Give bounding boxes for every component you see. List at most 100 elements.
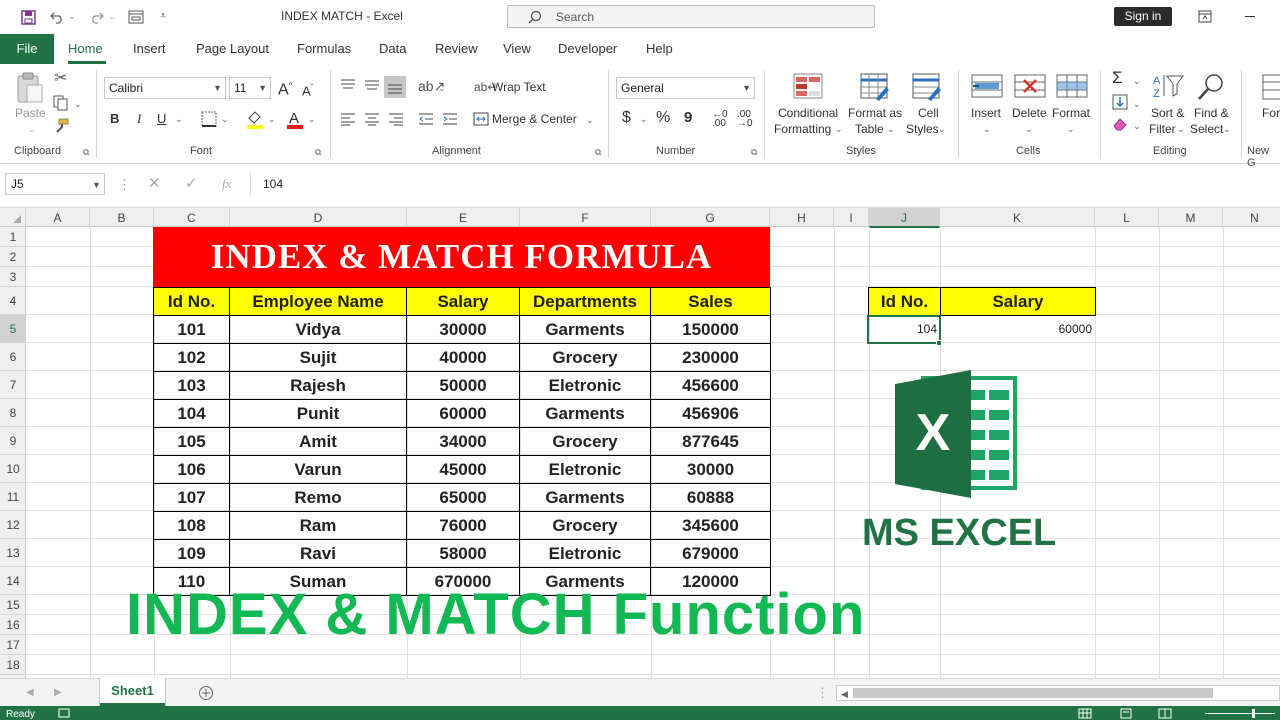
- cell[interactable]: Grocery: [519, 427, 651, 456]
- redo-dropdown-icon[interactable]: ⌄: [108, 8, 116, 24]
- chevron-down-icon[interactable]: ⌄: [887, 121, 895, 137]
- merge-center-button[interactable]: Merge & Center: [492, 112, 577, 126]
- scroll-left-icon[interactable]: ◀: [841, 686, 848, 702]
- column-header-i[interactable]: I: [834, 208, 869, 228]
- zoom-slider-thumb[interactable]: [1252, 709, 1255, 718]
- format-as-table-label2[interactable]: Table: [855, 122, 884, 136]
- cell[interactable]: 34000: [406, 427, 520, 456]
- find-select-label2[interactable]: Select: [1190, 122, 1223, 136]
- cell[interactable]: Garments: [519, 399, 651, 428]
- tab-insert[interactable]: Insert: [133, 41, 166, 56]
- confirm-entry-icon[interactable]: ✓: [185, 176, 198, 192]
- cell[interactable]: Rajesh: [229, 371, 407, 400]
- clear-dropdown-icon[interactable]: ⌄: [1133, 118, 1141, 134]
- tab-view[interactable]: View: [503, 41, 531, 56]
- cell[interactable]: 30000: [650, 455, 771, 484]
- row-header-7[interactable]: 7: [0, 371, 26, 399]
- lookup-header-salary[interactable]: Salary: [940, 287, 1096, 316]
- cell[interactable]: 101: [153, 315, 230, 344]
- save-icon[interactable]: [21, 10, 36, 25]
- cell[interactable]: 104: [153, 399, 230, 428]
- insert-cells-icon[interactable]: [971, 74, 1003, 100]
- next-sheet-icon[interactable]: ▶: [54, 685, 62, 701]
- tab-formulas[interactable]: Formulas: [297, 41, 351, 56]
- decrease-indent-icon[interactable]: [418, 112, 434, 126]
- search-box[interactable]: Search: [507, 5, 875, 28]
- cell[interactable]: Eletronic: [519, 371, 651, 400]
- cell[interactable]: 456600: [650, 371, 771, 400]
- tab-developer[interactable]: Developer: [558, 41, 617, 56]
- number-format-combo[interactable]: General ▼: [616, 77, 755, 99]
- cell[interactable]: 58000: [406, 539, 520, 568]
- paste-icon[interactable]: [15, 72, 45, 104]
- fill-dropdown-icon[interactable]: ⌄: [1133, 96, 1141, 112]
- undo-icon[interactable]: [50, 10, 64, 24]
- row-header-8[interactable]: 8: [0, 399, 26, 427]
- row-header-16[interactable]: 16: [0, 615, 26, 635]
- tab-page-layout[interactable]: Page Layout: [196, 41, 269, 56]
- minimize-icon[interactable]: [1245, 16, 1255, 17]
- cell[interactable]: 30000: [406, 315, 520, 344]
- format-as-table-icon[interactable]: [860, 73, 890, 103]
- cell[interactable]: Remo: [229, 483, 407, 512]
- cell[interactable]: 40000: [406, 343, 520, 372]
- borders-icon[interactable]: [201, 111, 217, 127]
- column-header-h[interactable]: H: [770, 208, 834, 228]
- align-right-icon[interactable]: [388, 112, 404, 126]
- find-select-label[interactable]: Find &: [1194, 106, 1229, 120]
- name-box[interactable]: J5 ▼: [5, 173, 105, 195]
- increase-indent-icon[interactable]: [442, 112, 458, 126]
- fill-icon[interactable]: [1112, 94, 1128, 110]
- tab-review[interactable]: Review: [435, 41, 478, 56]
- cell[interactable]: Garments: [519, 315, 651, 344]
- cell[interactable]: 679000: [650, 539, 771, 568]
- cell[interactable]: 65000: [406, 483, 520, 512]
- fill-color-dropdown-icon[interactable]: ⌄: [268, 111, 276, 127]
- orientation-dropdown-icon[interactable]: ⌄: [438, 80, 446, 96]
- chevron-down-icon[interactable]: ⌄: [1177, 121, 1185, 137]
- formula-input[interactable]: 104: [250, 173, 1280, 195]
- autosum-dropdown-icon[interactable]: ⌄: [1133, 73, 1141, 89]
- zoom-slider[interactable]: [1205, 713, 1275, 714]
- cell[interactable]: Varun: [229, 455, 407, 484]
- column-header-c[interactable]: C: [154, 208, 230, 228]
- split-handle-icon[interactable]: ⋮: [816, 685, 829, 701]
- cell[interactable]: Ram: [229, 511, 407, 540]
- row-header-11[interactable]: 11: [0, 483, 26, 511]
- redo-icon[interactable]: [90, 10, 104, 24]
- cell[interactable]: Grocery: [519, 343, 651, 372]
- normal-view-icon[interactable]: [1078, 708, 1092, 719]
- align-left-icon[interactable]: [340, 112, 356, 126]
- copy-dropdown-icon[interactable]: ⌄: [74, 96, 82, 112]
- row-header-12[interactable]: 12: [0, 511, 26, 539]
- conditional-formatting-label[interactable]: Conditional: [778, 106, 838, 120]
- cell[interactable]: 103: [153, 371, 230, 400]
- clear-icon[interactable]: [1112, 116, 1128, 132]
- align-bottom-button[interactable]: [384, 76, 406, 98]
- new-group-button[interactable]: For: [1262, 106, 1280, 120]
- prev-sheet-icon[interactable]: ◀: [26, 685, 34, 701]
- cell[interactable]: 102: [153, 343, 230, 372]
- undo-dropdown-icon[interactable]: ⌄: [68, 8, 76, 24]
- sort-filter-label2[interactable]: Filter: [1149, 122, 1176, 136]
- delete-cells-icon[interactable]: [1014, 74, 1046, 100]
- chevron-down-icon[interactable]: ⌄: [938, 121, 946, 137]
- wrap-text-button[interactable]: Wrap Text: [492, 80, 546, 94]
- sort-filter-icon[interactable]: AZ: [1152, 72, 1184, 100]
- lookup-header-id[interactable]: Id No.: [868, 287, 941, 316]
- cell[interactable]: Eletronic: [519, 455, 651, 484]
- insert-function-icon[interactable]: fx: [222, 176, 231, 192]
- row-header-2[interactable]: 2: [0, 247, 26, 267]
- chevron-down-icon[interactable]: ⌄: [835, 121, 843, 137]
- tab-file[interactable]: File: [0, 34, 54, 64]
- cell[interactable]: 106: [153, 455, 230, 484]
- merge-center-icon[interactable]: [473, 112, 489, 126]
- format-cells-label[interactable]: Format: [1052, 106, 1090, 120]
- cell[interactable]: 345600: [650, 511, 771, 540]
- cell-styles-label[interactable]: Cell: [918, 106, 939, 120]
- column-header-a[interactable]: A: [26, 208, 90, 228]
- row-header-9[interactable]: 9: [0, 427, 26, 455]
- active-cell-selection[interactable]: [867, 315, 941, 344]
- font-name-combo[interactable]: Calibri ▼: [104, 77, 226, 99]
- font-color-icon[interactable]: A: [285, 109, 305, 129]
